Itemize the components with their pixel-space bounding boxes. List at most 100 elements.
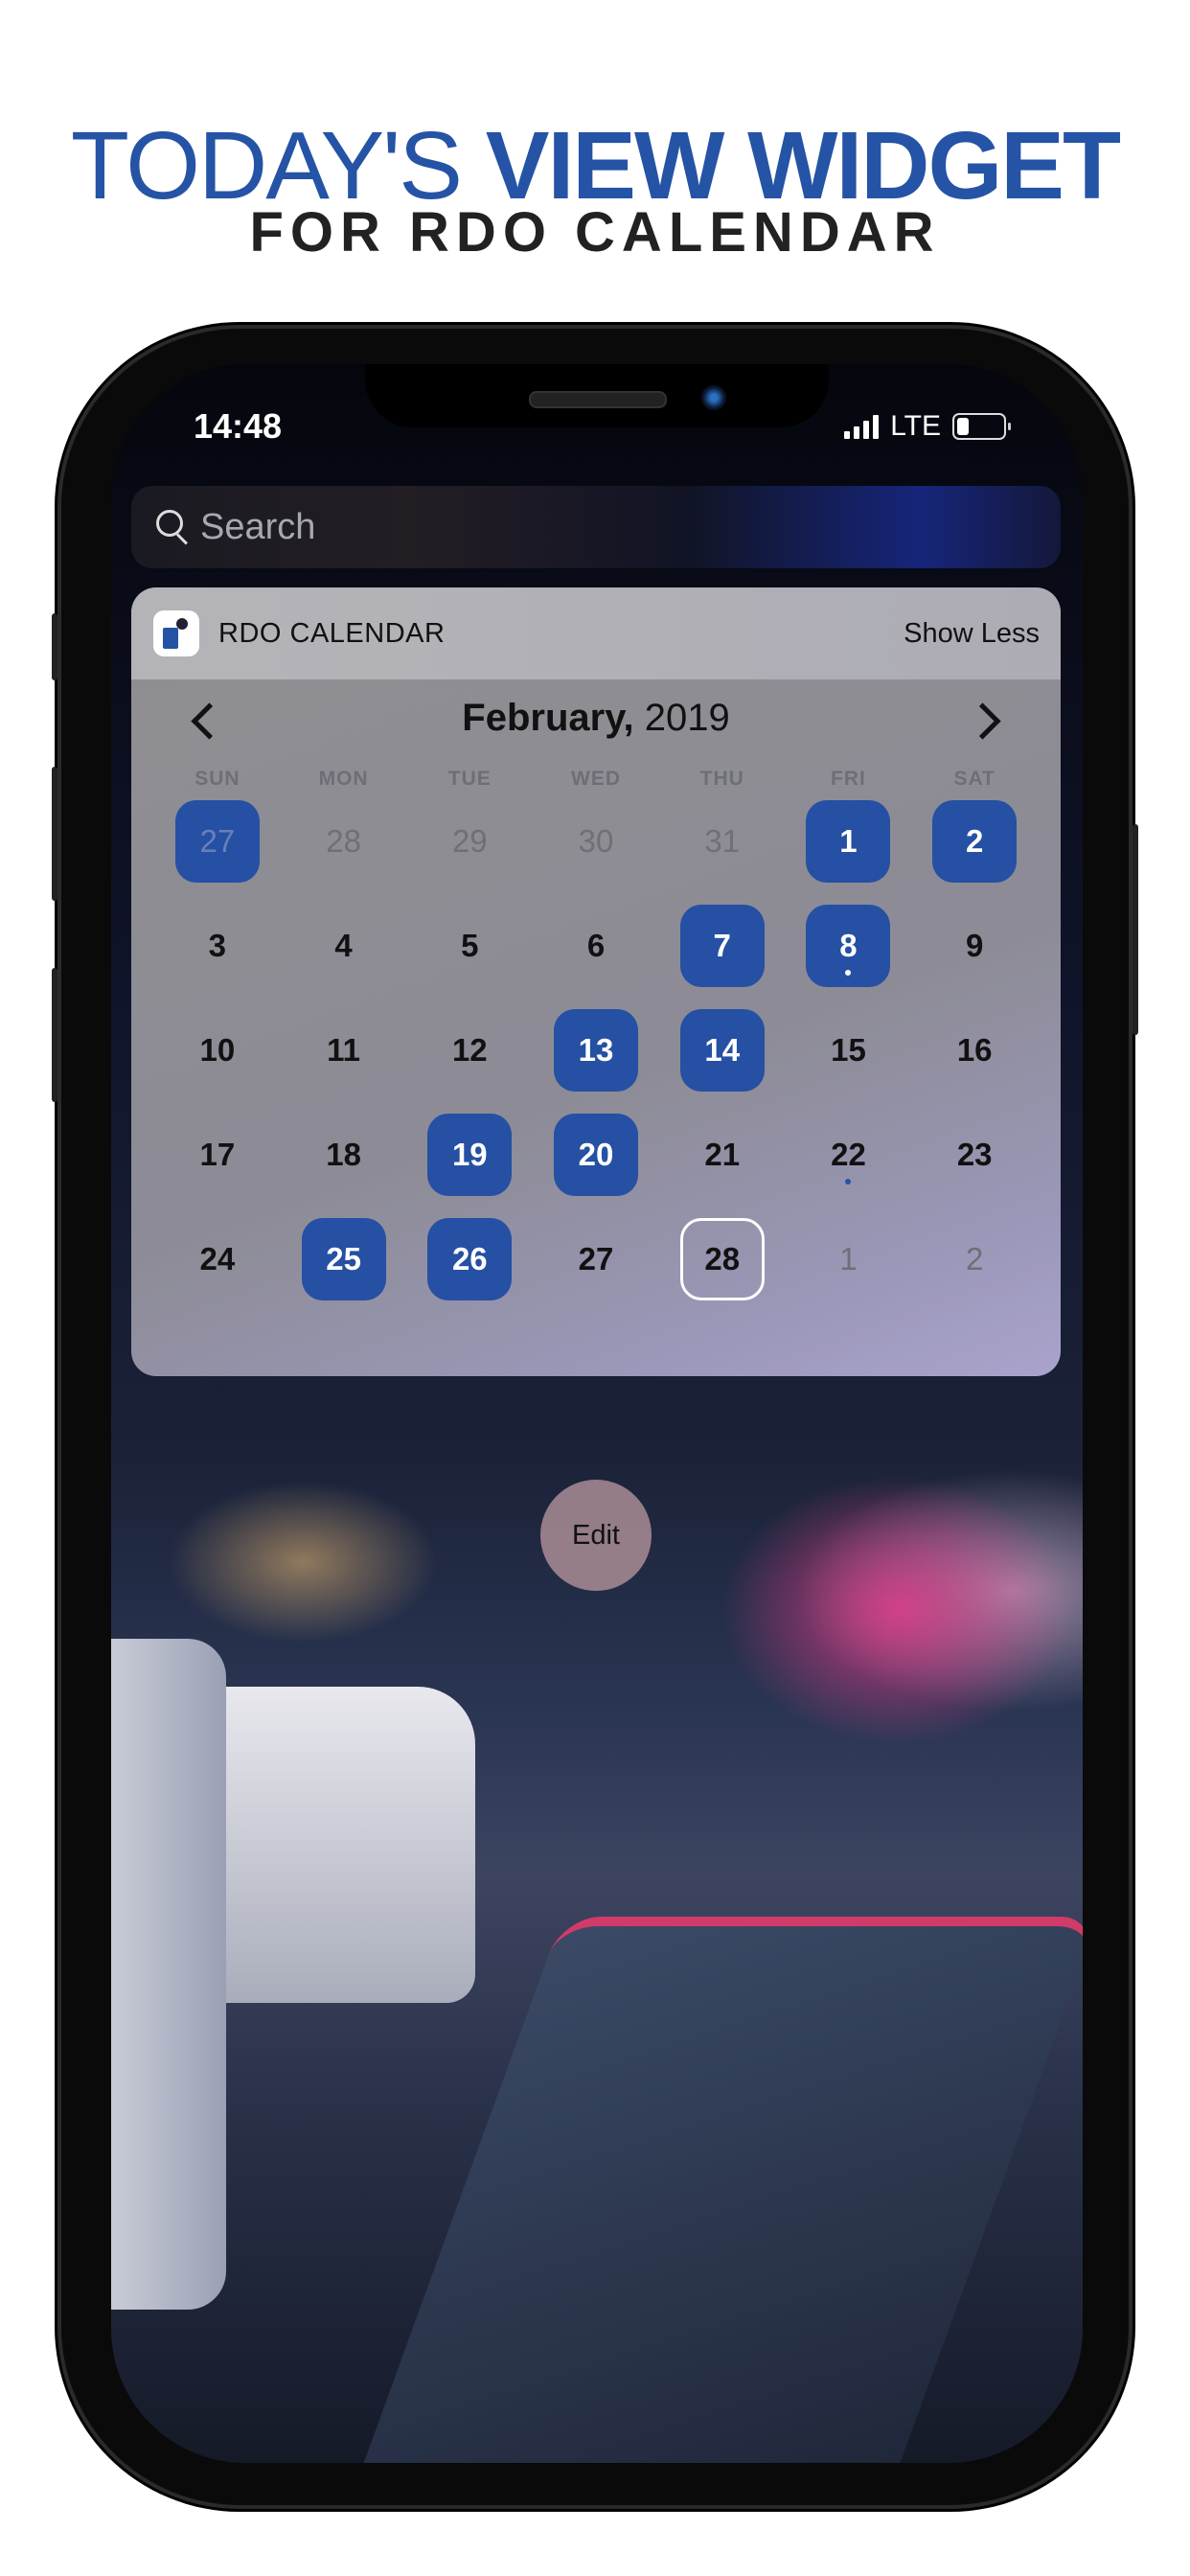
weekday-label: WED xyxy=(571,768,622,790)
calendar-cell: 1 xyxy=(786,1207,912,1311)
calendar-day[interactable]: 11 xyxy=(302,1009,386,1092)
weekday-label: THU xyxy=(699,768,744,790)
search-input[interactable]: Search xyxy=(131,486,1061,568)
calendar-cell: 23 xyxy=(911,1102,1038,1207)
promo-subtitle: FOR RDO CALENDAR xyxy=(249,201,941,264)
calendar-day-rdo[interactable]: 13 xyxy=(554,1008,639,1092)
show-less-button[interactable]: Show Less xyxy=(904,618,1040,650)
signal-icon xyxy=(844,414,880,439)
calendar-day-rdo[interactable]: 8 xyxy=(806,904,891,987)
calendar-day[interactable]: 21 xyxy=(680,1114,765,1196)
app-icon xyxy=(153,610,199,656)
search-placeholder: Search xyxy=(200,506,316,547)
calendar-day[interactable]: 10 xyxy=(175,1009,260,1092)
volume-down-button xyxy=(52,968,57,1102)
calendar-day-rdo[interactable]: 2 xyxy=(932,799,1018,883)
day-number: 3 xyxy=(208,927,227,963)
calendar-cell: 6 xyxy=(533,893,659,998)
calendar-day[interactable]: 9 xyxy=(932,905,1017,987)
calendar-day-today[interactable]: 28 xyxy=(679,1217,765,1300)
calendar-day[interactable]: 4 xyxy=(302,905,386,987)
calendar-day-rdo[interactable]: 25 xyxy=(301,1217,386,1300)
calendar-day[interactable]: 27 xyxy=(554,1218,638,1300)
day-number: 28 xyxy=(704,1240,741,1276)
calendar-day[interactable]: 16 xyxy=(932,1009,1017,1092)
calendar-day[interactable]: 30 xyxy=(554,800,638,883)
calendar-day-rdo[interactable]: 14 xyxy=(679,1008,765,1092)
calendar-day[interactable]: 29 xyxy=(427,800,512,883)
calendar-day[interactable]: 3 xyxy=(175,905,260,987)
day-number: 23 xyxy=(956,1136,993,1172)
calendar-day-rdo[interactable]: 19 xyxy=(427,1113,513,1196)
rdo-calendar-widget: RDO CALENDAR Show Less February, 2019 SU… xyxy=(131,587,1061,1376)
calendar-cell: 13 xyxy=(533,998,659,1102)
day-number: 18 xyxy=(326,1136,361,1172)
day-number: 17 xyxy=(199,1136,236,1172)
calendar-day[interactable]: 22 xyxy=(806,1114,890,1196)
calendar-cell: 27 xyxy=(154,789,281,893)
calendar-day[interactable]: 28 xyxy=(302,800,386,883)
calendar-day[interactable]: 2 xyxy=(932,1218,1017,1300)
weekday-label: MON xyxy=(318,768,369,790)
calendar-day[interactable]: 23 xyxy=(932,1114,1017,1196)
day-number: 24 xyxy=(199,1240,236,1276)
calendar-day[interactable]: 6 xyxy=(554,905,638,987)
calendar-cell: 16 xyxy=(911,998,1038,1102)
status-time: 14:48 xyxy=(194,406,283,446)
event-dot-icon xyxy=(845,1178,852,1184)
calendar-cell: 31 xyxy=(659,789,786,893)
day-number: 30 xyxy=(578,822,614,859)
day-number: 21 xyxy=(704,1136,741,1172)
calendar-day[interactable]: 12 xyxy=(427,1009,512,1092)
search-icon xyxy=(154,508,193,546)
police-car-image xyxy=(111,1639,226,2310)
day-number: 6 xyxy=(586,927,606,963)
calendar-cell: 29 xyxy=(406,789,533,893)
day-number: 2 xyxy=(965,822,984,859)
calendar-day[interactable]: 17 xyxy=(175,1114,260,1196)
calendar-week: 27 28 29 30 31 1 2 xyxy=(154,789,1038,893)
calendar-day-rdo[interactable]: 20 xyxy=(554,1113,639,1196)
calendar-day-rdo[interactable]: 26 xyxy=(427,1217,513,1300)
calendar-cell: 25 xyxy=(281,1207,407,1311)
calendar-cell: 8 xyxy=(786,893,912,998)
day-number: 7 xyxy=(713,927,731,963)
volume-up-button xyxy=(52,767,57,901)
calendar-cell: 9 xyxy=(911,893,1038,998)
calendar-day[interactable]: 5 xyxy=(427,905,512,987)
calendar-day[interactable]: 31 xyxy=(680,800,765,883)
day-number: 29 xyxy=(451,822,488,859)
day-number: 1 xyxy=(839,1240,858,1276)
edit-button[interactable]: Edit xyxy=(540,1480,652,1591)
lock-screen: 14:48 LTE Search RDO CALENDAR Show Less … xyxy=(111,364,1083,2463)
calendar-grid: 27 28 29 30 31 1 2 3 4 5 6 7 8 9 10 11 12 13 14 15 16 17 18 19 2… xyxy=(154,789,1038,1311)
calendar-cell: 18 xyxy=(281,1102,407,1207)
widget-header: RDO CALENDAR Show Less xyxy=(131,587,1061,679)
calendar-cell: 11 xyxy=(281,998,407,1102)
calendar-day-rdo[interactable]: 7 xyxy=(679,904,765,987)
calendar-cell: 21 xyxy=(659,1102,786,1207)
day-number: 13 xyxy=(578,1031,614,1068)
day-number: 2 xyxy=(965,1240,984,1276)
day-number: 25 xyxy=(326,1240,361,1276)
day-number: 14 xyxy=(704,1031,741,1068)
calendar-cell: 2 xyxy=(911,789,1038,893)
calendar-day-rdo[interactable]: 27 xyxy=(174,799,260,883)
calendar-day[interactable]: 18 xyxy=(302,1114,386,1196)
calendar-cell: 2 xyxy=(911,1207,1038,1311)
day-number: 16 xyxy=(956,1031,993,1068)
calendar-cell: 28 xyxy=(281,789,407,893)
calendar-week: 3 4 5 6 7 8 9 xyxy=(154,893,1038,998)
weekday-label: SUN xyxy=(195,768,240,790)
day-number: 31 xyxy=(704,822,741,859)
calendar-day-rdo[interactable]: 1 xyxy=(806,799,891,883)
calendar-cell: 10 xyxy=(154,998,281,1102)
calendar-cell: 4 xyxy=(281,893,407,998)
calendar-cell: 15 xyxy=(786,998,912,1102)
month-title: February, 2019 xyxy=(131,697,1061,740)
calendar-cell: 19 xyxy=(406,1102,533,1207)
calendar-day[interactable]: 24 xyxy=(175,1218,260,1300)
calendar-day[interactable]: 15 xyxy=(806,1009,890,1092)
calendar-cell: 17 xyxy=(154,1102,281,1207)
calendar-day[interactable]: 1 xyxy=(806,1218,890,1300)
